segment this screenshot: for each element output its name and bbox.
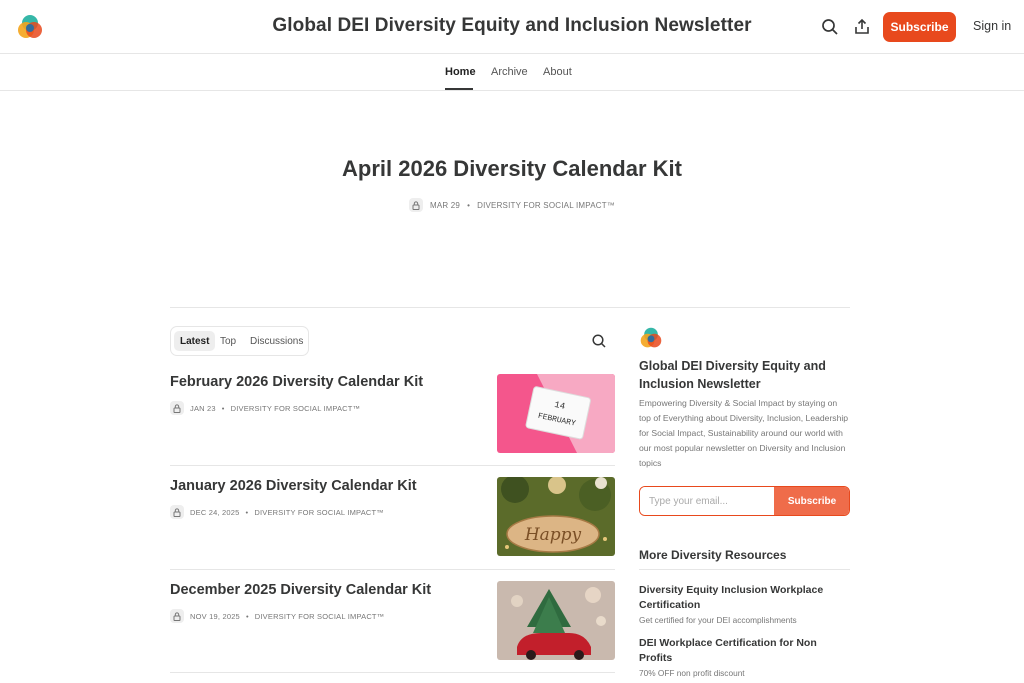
post-thumbnail[interactable] [497,581,615,660]
subscribe-button[interactable]: Subscribe [883,12,956,42]
sign-in-link[interactable]: Sign in [973,19,1011,33]
post-item[interactable]: February 2026 Diversity Calendar Kit JAN… [170,374,615,454]
featured-post-meta: MAR 29 • DIVERSITY FOR SOCIAL IMPACT™ [0,198,1024,212]
tab-top[interactable]: Top [214,331,242,351]
post-date: JAN 23 [190,403,216,413]
post-meta: DEC 24, 2025 • DIVERSITY FOR SOCIAL IMPA… [170,505,384,519]
post-meta: NOV 19, 2025 • DIVERSITY FOR SOCIAL IMPA… [170,609,384,623]
featured-post-author[interactable]: DIVERSITY FOR SOCIAL IMPACT™ [477,201,615,210]
post-item[interactable]: January 2026 Diversity Calendar Kit DEC … [170,477,615,558]
resource-title[interactable]: DEI Workplace Certification for Non Prof… [639,636,850,666]
resource-subtitle: 70% OFF non profit discount [639,668,745,678]
post-title[interactable]: January 2026 Diversity Calendar Kit [170,478,417,494]
post-title[interactable]: December 2025 Diversity Calendar Kit [170,582,431,598]
resource-item[interactable]: Diversity Equity Inclusion Workplace Cer… [639,583,850,625]
post-date: DEC 24, 2025 [190,507,240,517]
tab-discussions[interactable]: Discussions [244,331,309,351]
post-thumbnail[interactable]: 14 FEBRUARY [497,374,615,453]
thumb-happy-text: Happy [524,525,582,545]
post-separator [170,569,615,570]
post-date: NOV 19, 2025 [190,611,240,621]
post-separator [170,672,615,673]
sidebar-subscribe-button[interactable]: Subscribe [774,487,849,515]
resource-title[interactable]: Diversity Equity Inclusion Workplace Cer… [639,583,850,613]
post-thumbnail[interactable]: Happy [497,477,615,556]
tab-latest[interactable]: Latest [174,331,216,351]
email-subscribe-form: Subscribe [639,486,850,516]
sidebar-description: Empowering Diversity & Social Impact by … [639,398,849,468]
site-header: Global DEI Diversity Equity and Inclusio… [0,0,1024,54]
search-icon[interactable] [820,17,840,37]
nav-active-indicator [445,88,473,90]
resource-item[interactable]: DEI Workplace Certification for Non Prof… [639,636,850,678]
featured-post-title[interactable]: April 2026 Diversity Calendar Kit [0,156,1024,182]
main-nav: Home Archive About [0,54,1024,91]
post-author[interactable]: DIVERSITY FOR SOCIAL IMPACT™ [255,612,385,621]
resources-heading: More Diversity Resources [639,548,787,562]
sidebar-title: Global DEI Diversity Equity and Inclusio… [639,359,826,391]
share-icon[interactable] [852,17,872,37]
nav-home[interactable]: Home [445,66,476,78]
search-icon[interactable] [591,333,607,349]
lock-icon [408,198,423,212]
lock-icon [170,401,184,415]
post-title[interactable]: February 2026 Diversity Calendar Kit [170,374,423,390]
nav-about[interactable]: About [543,66,572,78]
post-item[interactable]: December 2025 Diversity Calendar Kit NOV… [170,581,615,662]
post-author[interactable]: DIVERSITY FOR SOCIAL IMPACT™ [231,404,361,413]
featured-post-date: MAR 29 [429,200,461,210]
post-meta: JAN 23 • DIVERSITY FOR SOCIAL IMPACT™ [170,401,360,415]
lock-icon [170,505,184,519]
resources-divider [639,569,850,570]
post-separator [170,465,615,466]
nav-archive[interactable]: Archive [491,66,528,78]
email-input[interactable] [640,487,774,515]
lock-icon [170,609,184,623]
post-sort-tabs: Latest Top Discussions [170,326,309,356]
post-author[interactable]: DIVERSITY FOR SOCIAL IMPACT™ [254,508,384,517]
overlapping-circles-logo-icon [640,327,662,348]
resource-subtitle: Get certified for your DEI accomplishmen… [639,615,797,625]
section-divider [170,307,850,308]
